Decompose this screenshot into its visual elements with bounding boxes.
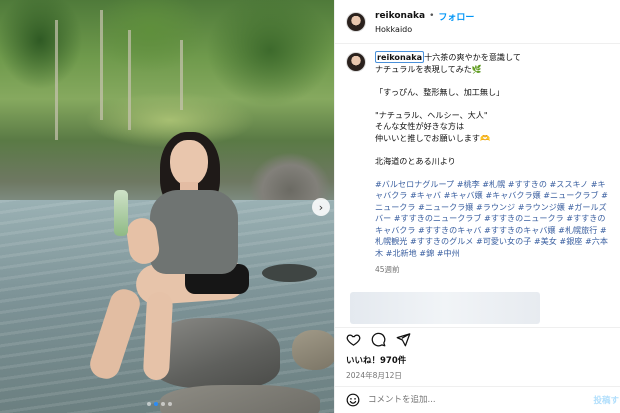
caption-area: reikonaka 十六茶の爽やかを意識して ナチュラルを表現してみた🌿 「すっぴ… [335,44,620,327]
caption-line: 北海道のとある川より [375,155,456,166]
hashtags[interactable]: #バルセロナグループ #桃李 #札幌 #すすきの #ススキノ #キャバクラ #キ… [375,179,610,260]
tree-trunk [180,40,183,110]
caption-line: 「すっぴん、整形無し、加工無し」 [375,86,505,97]
carousel-dot [168,402,172,406]
carousel-dot [161,402,165,406]
post-photo[interactable]: › [0,0,334,413]
post-header: reikonaka • フォロー Hokkaido [335,0,620,44]
avatar[interactable] [346,11,366,32]
share-icon[interactable] [396,332,411,347]
comment-input[interactable] [368,395,568,405]
heart-icon[interactable] [346,332,361,347]
tree-trunk [128,30,131,130]
post-date: 2024年8月12日 [346,371,402,380]
like-count[interactable]: いいね！970件 [335,354,620,366]
avatar[interactable] [346,52,366,72]
rock [262,264,317,282]
tea-bottle [114,190,128,236]
carousel-dot [154,402,158,406]
carousel-dot [147,402,151,406]
comment-bar: 投稿す [335,386,620,413]
post-side-panel: reikonaka • フォロー Hokkaido reikonaka 十六茶の爽… [334,0,620,413]
username-link[interactable]: reikonaka [375,11,425,21]
post-time-ago: 45週前 [375,265,400,274]
shirt [150,190,238,274]
rock [160,385,320,413]
rock [292,330,334,370]
location-link[interactable]: Hokkaido [375,25,474,34]
leg [142,291,174,381]
caption-line: "ナチュラル、ヘルシー、大人" [375,109,488,120]
caption-line: そんな女性が好きな方は [375,121,465,131]
tree-trunk [100,10,103,120]
action-bar [335,327,620,351]
post-comment-button[interactable]: 投稿す [593,394,619,406]
face [170,140,208,186]
instagram-post: › reikonaka • フォロー Hokkaido reikonaka 十六茶… [0,0,620,413]
caption-line: ナチュラルを表現してみた🌿 [375,63,482,74]
chevron-right-icon[interactable]: › [312,198,330,216]
tree-trunk [55,20,58,140]
forest-background [0,0,334,150]
comment-icon[interactable] [371,332,386,347]
carousel-dots [147,402,172,406]
caption-username[interactable]: reikonaka [375,51,425,63]
caption-line: 十六茶の爽やかを意識して [424,52,521,62]
separator-dot: • [429,11,435,21]
blurred-comment [350,291,540,324]
caption-text: reikonaka 十六茶の爽やかを意識して ナチュラルを表現してみた🌿 「すっぴ… [375,51,610,276]
emoji-icon[interactable] [346,393,360,407]
follow-button[interactable]: フォロー [438,10,474,23]
header-info: reikonaka • フォロー Hokkaido [375,10,474,34]
caption-line: 仲いいと推しでお願いします🫶 [375,132,491,143]
